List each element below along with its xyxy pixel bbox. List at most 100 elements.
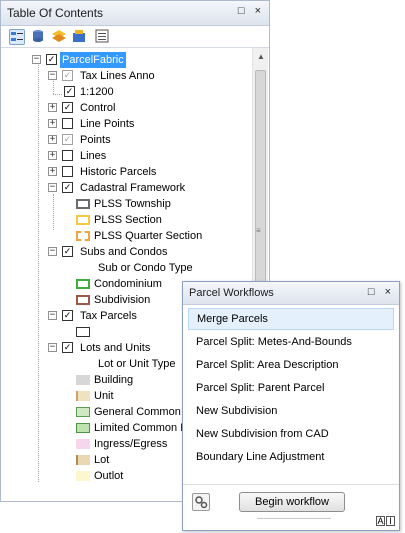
legend-label: General Common E [94, 406, 192, 418]
line-points-checkbox[interactable] [62, 118, 73, 129]
tax-lines-anno-checkbox[interactable]: ✓ [62, 70, 73, 81]
list-by-selection-icon[interactable] [72, 29, 88, 45]
expand-icon[interactable]: + [48, 119, 57, 128]
format-i-icon[interactable]: I [386, 516, 395, 526]
close-icon[interactable]: × [255, 5, 261, 17]
tree-label[interactable]: Tax Parcels [80, 308, 137, 324]
collapse-icon[interactable]: − [48, 311, 57, 320]
toc-title-bar[interactable]: Table Of Contents □ × [1, 1, 269, 26]
tree-node-points: + ✓ Points [0, 132, 250, 148]
scroll-up-icon[interactable]: ▲ [257, 52, 265, 61]
workflow-item-boundary-line-adjustment[interactable]: Boundary Line Adjustment [188, 446, 394, 468]
tree-label[interactable]: Line Points [80, 116, 134, 132]
tree-label[interactable]: Lots and Units [80, 340, 150, 356]
parcel-workflows-window: Parcel Workflows □ × Merge Parcels Parce… [182, 281, 400, 531]
tree-label[interactable]: ParcelFabric [60, 52, 126, 68]
collapse-icon[interactable]: − [48, 247, 57, 256]
list-by-drawing-order-icon[interactable] [9, 29, 25, 45]
legend-label: PLSS Quarter Section [94, 230, 203, 242]
points-checkbox[interactable]: ✓ [62, 134, 73, 145]
tree-node-lines: + Lines [0, 148, 250, 164]
plss-township-symbol [76, 199, 90, 209]
begin-workflow-button[interactable]: Begin workflow [239, 492, 345, 512]
legend-heading: Lot or Unit Type [98, 358, 176, 370]
workflows-title: Parcel Workflows [189, 287, 274, 299]
pin-icon[interactable]: □ [368, 286, 375, 298]
workflows-footer: Begin workflow AI [183, 484, 399, 530]
tax-parcels-checkbox[interactable]: ✓ [62, 310, 73, 321]
legend-label: Limited Common E [94, 422, 188, 434]
legend-item-plss-section: PLSS Section [0, 212, 250, 228]
legend-label: Ingress/Egress [94, 438, 168, 450]
gear-icon[interactable] [192, 493, 210, 511]
legend-item-plss-township: PLSS Township [0, 196, 250, 212]
collapse-icon[interactable]: − [48, 343, 57, 352]
condominium-symbol [76, 279, 90, 289]
close-icon[interactable]: × [385, 286, 391, 298]
collapse-icon[interactable]: − [32, 55, 41, 64]
legend-item-plss-quarter-section: PLSS Quarter Section [0, 228, 250, 244]
list-by-visibility-icon[interactable] [51, 29, 67, 45]
workflow-item-split-area-description[interactable]: Parcel Split: Area Description [188, 354, 394, 376]
scale-checkbox[interactable]: ✓ [64, 86, 75, 97]
workflow-item-new-subdivision[interactable]: New Subdivision [188, 400, 394, 422]
subdivision-symbol [76, 295, 90, 305]
limited-common-symbol [76, 423, 90, 433]
workflow-item-new-subdivision-from-cad[interactable]: New Subdivision from CAD [188, 423, 394, 445]
tree-node-subs-and-condos: − ✓ Subs and Condos [0, 244, 250, 260]
control-checkbox[interactable]: ✓ [62, 102, 73, 113]
tree-label[interactable]: Points [80, 132, 111, 148]
lots-and-units-checkbox[interactable]: ✓ [62, 342, 73, 353]
plss-quarter-section-symbol [76, 231, 90, 241]
expand-icon[interactable]: + [48, 103, 57, 112]
expand-icon[interactable]: + [48, 167, 57, 176]
expand-icon[interactable]: + [48, 151, 57, 160]
legend-label: PLSS Township [94, 198, 171, 210]
toc-title: Table Of Contents [7, 6, 104, 20]
tree-node-control: + ✓ Control [0, 100, 250, 116]
tree-label[interactable]: Historic Parcels [80, 164, 156, 180]
plss-section-symbol [76, 215, 90, 225]
workflows-title-bar[interactable]: Parcel Workflows □ × [183, 282, 399, 305]
collapse-icon[interactable]: − [48, 183, 57, 192]
tree-label[interactable]: 1:1200 [80, 84, 114, 100]
list-by-source-icon[interactable] [31, 29, 47, 45]
lines-checkbox[interactable] [62, 150, 73, 161]
workflow-item-split-parent-parcel[interactable]: Parcel Split: Parent Parcel [188, 377, 394, 399]
tax-parcels-symbol [76, 327, 90, 337]
toc-toolbar [1, 26, 269, 48]
corner-controls: AI [375, 516, 395, 526]
pin-icon[interactable]: □ [238, 5, 245, 17]
tree-node-tax-lines-anno: − ✓ Tax Lines Anno [0, 68, 250, 84]
building-symbol [76, 375, 90, 385]
general-common-symbol [76, 407, 90, 417]
tree-node-cadastral-framework: − ✓ Cadastral Framework [0, 180, 250, 196]
expand-icon[interactable]: + [48, 135, 57, 144]
legend-label: Lot [94, 454, 110, 466]
tree-label[interactable]: Cadastral Framework [80, 180, 185, 196]
outlot-symbol [76, 471, 90, 481]
collapse-icon[interactable]: − [48, 71, 57, 80]
unit-symbol [76, 391, 90, 401]
tree-node-parcelfabric: − ✓ ParcelFabric [0, 52, 250, 68]
tree-node-line-points: + Line Points [0, 116, 250, 132]
format-a-icon[interactable]: A [376, 516, 385, 526]
tree-label[interactable]: Lines [80, 148, 106, 164]
legend-label: Outlot [94, 470, 124, 482]
tree-label[interactable]: Control [80, 100, 115, 116]
options-icon[interactable] [95, 29, 111, 45]
tree-node-historic-parcels: + Historic Parcels [0, 164, 250, 180]
workflow-item-split-metes-and-bounds[interactable]: Parcel Split: Metes-And-Bounds [188, 331, 394, 353]
subs-and-condos-checkbox[interactable]: ✓ [62, 246, 73, 257]
historic-parcels-checkbox[interactable] [62, 166, 73, 177]
tree-label[interactable]: Subs and Condos [80, 244, 167, 260]
legend-label: Building [94, 374, 134, 386]
cadastral-framework-checkbox[interactable]: ✓ [62, 182, 73, 193]
legend-label: Subdivision [94, 294, 151, 306]
parcelfabric-checkbox[interactable]: ✓ [46, 54, 57, 65]
legend-heading-sub-or-condo-type: Sub or Condo Type [0, 260, 250, 276]
scroll-grip-icon: ≡ [256, 226, 261, 235]
workflow-item-merge-parcels[interactable]: Merge Parcels [188, 308, 394, 330]
tree-label[interactable]: Tax Lines Anno [80, 68, 155, 84]
lot-symbol [76, 455, 90, 465]
